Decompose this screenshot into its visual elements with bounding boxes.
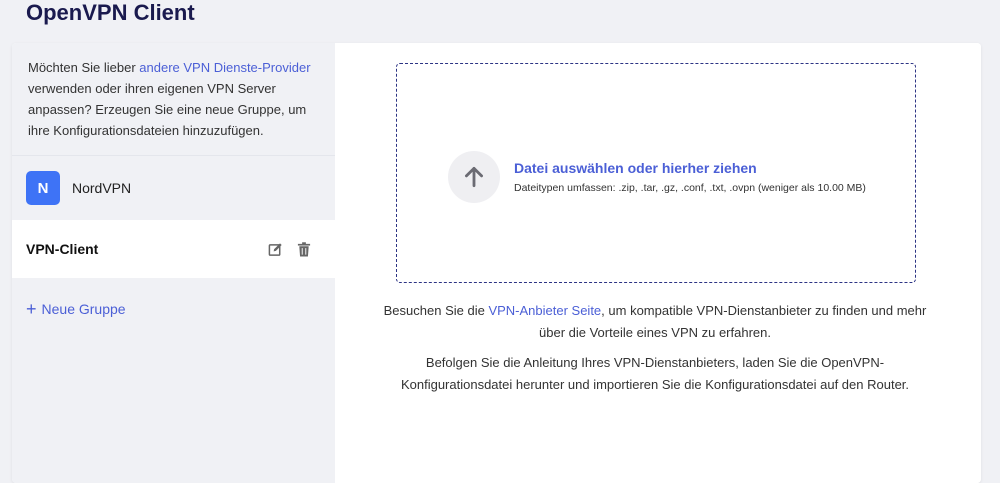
plus-icon: + (26, 299, 37, 319)
new-group-label: Neue Gruppe (41, 301, 126, 317)
trash-icon[interactable] (295, 240, 313, 258)
info-p1-before: Besuchen Sie die (383, 303, 489, 318)
sidebar-intro: Möchten Sie lieber andere VPN Dienste-Pr… (12, 43, 335, 156)
other-providers-link[interactable]: andere VPN Dienste-Provider (139, 60, 310, 75)
sidebar-item-nordvpn[interactable]: N NordVPN (12, 156, 335, 220)
main-panel: Datei auswählen oder hierher ziehen Date… (335, 43, 981, 483)
page-title: OpenVPN Client (26, 0, 195, 25)
arrow-up-icon (448, 151, 500, 203)
intro-text-after: verwenden oder ihren eigenen VPN Server … (28, 81, 307, 138)
upload-title: Datei auswählen oder hierher ziehen (514, 160, 757, 176)
sidebar-item-vpn-client[interactable]: VPN-Client (12, 220, 335, 278)
new-group-button[interactable]: + Neue Gruppe (26, 299, 126, 319)
sidebar: Möchten Sie lieber andere VPN Dienste-Pr… (12, 43, 335, 483)
nordvpn-logo: N (26, 171, 60, 205)
info-paragraph-2: Befolgen Sie die Anleitung Ihres VPN-Die… (400, 355, 910, 392)
info-text: Besuchen Sie die VPN-Anbieter Seite, um … (375, 300, 935, 404)
group-name: VPN-Client (26, 241, 99, 257)
content-card: Möchten Sie lieber andere VPN Dienste-Pr… (12, 43, 981, 483)
info-paragraph-1: Besuchen Sie die VPN-Anbieter Seite, um … (375, 300, 935, 344)
intro-text-before: Möchten Sie lieber (28, 60, 140, 75)
provider-name: NordVPN (72, 180, 132, 196)
file-dropzone[interactable]: Datei auswählen oder hierher ziehen Date… (396, 63, 916, 283)
upload-subtitle: Dateitypen umfassen: .zip, .tar, .gz, .c… (514, 182, 866, 194)
edit-icon[interactable] (266, 240, 284, 258)
vpn-provider-page-link[interactable]: VPN-Anbieter Seite (488, 303, 601, 318)
